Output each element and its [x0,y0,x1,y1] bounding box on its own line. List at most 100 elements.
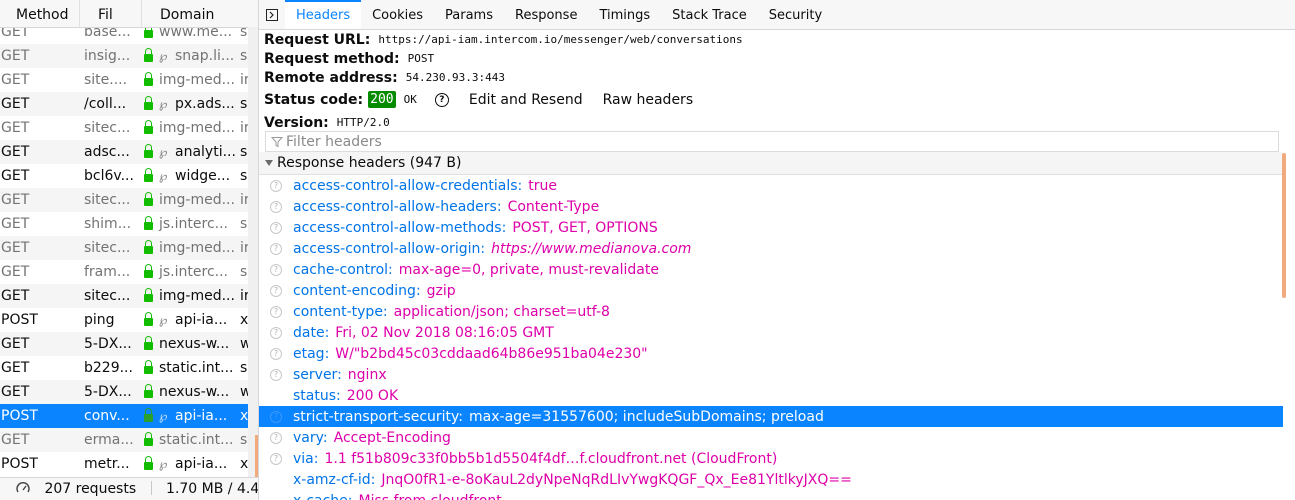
column-header-method[interactable]: Method [0,0,80,27]
header-help-icon[interactable]: ? [270,200,282,213]
tab-timings[interactable]: Timings [588,0,661,29]
request-method: GET [1,240,30,256]
request-method-line: Request method: POST [264,49,1284,68]
request-type: ir [240,192,248,208]
header-name: status: [293,387,341,404]
status-code-badge: 200 [368,91,396,108]
tab-stack-trace[interactable]: Stack Trace [661,0,758,29]
request-row[interactable]: GET 5-DX... nexus-w... w [0,332,248,356]
request-row[interactable]: GET erma... static.int... s [0,428,248,452]
header-help-icon[interactable]: ? [270,410,282,423]
request-row-selected[interactable]: POST conv... ℘ api-ia... x [0,404,248,428]
request-method: GET [1,168,30,184]
raw-headers-toggle[interactable]: Raw headers [603,92,694,108]
request-type: s [240,216,248,232]
header-help-icon[interactable]: ? [270,263,282,276]
response-headers-section-toggle[interactable]: Response headers (947 B) [259,152,1283,175]
header-help-icon[interactable]: ? [270,179,282,192]
request-list-scrollbar[interactable] [248,27,258,477]
request-row[interactable]: GET/coll... ℘ px.ads... s [0,92,248,116]
help-icon[interactable]: ? [434,92,449,107]
header-row[interactable]: ? date: Fri, 02 Nov 2018 08:16:05 GMT [259,322,1283,343]
request-row[interactable]: GET sitec... img-med... ir [0,284,248,308]
request-row[interactable]: GET sitec... img-med... ir [0,236,248,260]
request-method: GET [1,432,30,448]
header-row[interactable]: ? x-amz-cf-id: JnqO0fR1-e-8oKauL2dyNpeNqRd… [259,469,1283,490]
response-headers-title: Response headers (947 B) [277,155,462,171]
column-header-file[interactable]: Fil [80,0,142,27]
column-header-domain[interactable]: Domain [142,0,258,27]
request-domain-cell: ℘ snap.li... [142,48,240,64]
request-method: GET [1,360,30,376]
sidebar-toggle-button[interactable] [259,0,285,29]
header-row[interactable]: ? server: nginx [259,364,1283,385]
header-row[interactable]: ? cache-control: max-age=0, private, must-… [259,259,1283,280]
edit-and-resend-button[interactable]: Edit and Resend [469,92,583,108]
header-row[interactable]: ? via: 1.1 f51b809c33f0bb5b1d5504f4df…f.cl… [259,448,1283,469]
request-row[interactable]: GET adsc... ℘ analyti... s [0,140,248,164]
header-row[interactable]: ? access-control-allow-origin: https://www… [259,238,1283,259]
request-method: GET [1,288,30,304]
header-value: Fri, 02 Nov 2018 08:16:05 GMT [335,324,554,341]
request-row[interactable]: GET sitec... img-med... ir [0,116,248,140]
request-row[interactable]: GET 5-DX... nexus-w... w [0,380,248,404]
header-row[interactable]: ? access-control-allow-headers: Content-Ty… [259,196,1283,217]
header-help-icon[interactable]: ? [270,368,282,381]
secure-lock-icon [144,24,153,38]
request-type: s [240,96,248,112]
request-row[interactable]: GET site.... img-med... ir [0,68,248,92]
header-row[interactable]: ? content-type: application/json; charset=… [259,301,1283,322]
header-value: max-age=31557600; includeSubDomains; pre… [469,408,824,425]
performance-icon[interactable] [16,481,30,495]
header-row[interactable]: ? vary: Accept-Encoding [259,427,1283,448]
request-row[interactable]: GET shim... js.interc... s [0,212,248,236]
header-help-icon[interactable]: ? [270,242,282,255]
header-name: x-amz-cf-id: [293,471,376,488]
header-help-icon[interactable]: ? [270,347,282,360]
request-file: sitec... [84,192,131,208]
secure-lock-icon [144,336,153,350]
filter-headers-input[interactable] [286,133,1186,150]
header-row[interactable]: ? access-control-allow-methods: POST, GET,… [259,217,1283,238]
header-name: content-type: [293,303,388,320]
request-row[interactable]: GET insig... ℘ snap.li... s [0,44,248,68]
header-help-icon[interactable]: ? [270,431,282,444]
request-domain-cell: static.int... [142,360,240,376]
header-row[interactable]: ? status: 200 OK [259,385,1283,406]
secure-lock-icon [144,72,153,86]
header-row[interactable]: ? etag: W/"b2bd45c03cddaad64b86e951ba04e23… [259,343,1283,364]
request-domain: px.ads... [175,96,235,112]
header-help-icon[interactable]: ? [270,221,282,234]
secure-lock-icon [144,144,153,158]
secure-lock-icon [144,168,153,182]
tracker-icon: ℘ [159,313,168,327]
request-row[interactable]: POST metr... ℘ api-ia... x [0,452,248,476]
header-help-icon[interactable]: ? [270,284,282,297]
tab-security[interactable]: Security [758,0,833,29]
header-help-icon[interactable]: ? [270,305,282,318]
request-row[interactable]: POST ping ℘ api-ia... x [0,308,248,332]
header-help-icon[interactable]: ? [270,326,282,339]
tab-cookies[interactable]: Cookies [361,0,434,29]
tab-headers[interactable]: Headers [285,0,362,29]
request-row[interactable]: GET b229... static.int... s [0,356,248,380]
secure-lock-icon [144,216,153,230]
header-row[interactable]: ? access-control-allow-credentials: true [259,175,1283,196]
secure-lock-icon [144,288,153,302]
header-row-selected[interactable]: ? strict-transport-security: max-age=31557… [259,406,1283,427]
transfer-size: 1.70 MB / 4.44 M [166,481,258,497]
header-help-icon[interactable]: ? [270,452,282,465]
header-name: access-control-allow-origin: [293,240,486,257]
details-tabbar: Headers Cookies Params Response Timings … [259,0,1295,30]
tab-response[interactable]: Response [504,0,588,29]
request-row[interactable]: GET fram... js.interc... s [0,260,248,284]
request-row[interactable]: GET bcl6v... ℘ widge... s [0,164,248,188]
secure-lock-icon [144,456,153,470]
details-scrollbar-thumb[interactable] [1282,153,1286,298]
header-row[interactable]: ? content-encoding: gzip [259,280,1283,301]
request-url-line: Request URL: https://api-iam.intercom.io… [264,30,1284,49]
header-row[interactable]: ? x-cache: Miss from cloudfront [259,490,1283,500]
tracker-icon: ℘ [159,457,168,471]
request-row[interactable]: GET sitec... img-med... ir [0,188,248,212]
tab-params[interactable]: Params [434,0,504,29]
